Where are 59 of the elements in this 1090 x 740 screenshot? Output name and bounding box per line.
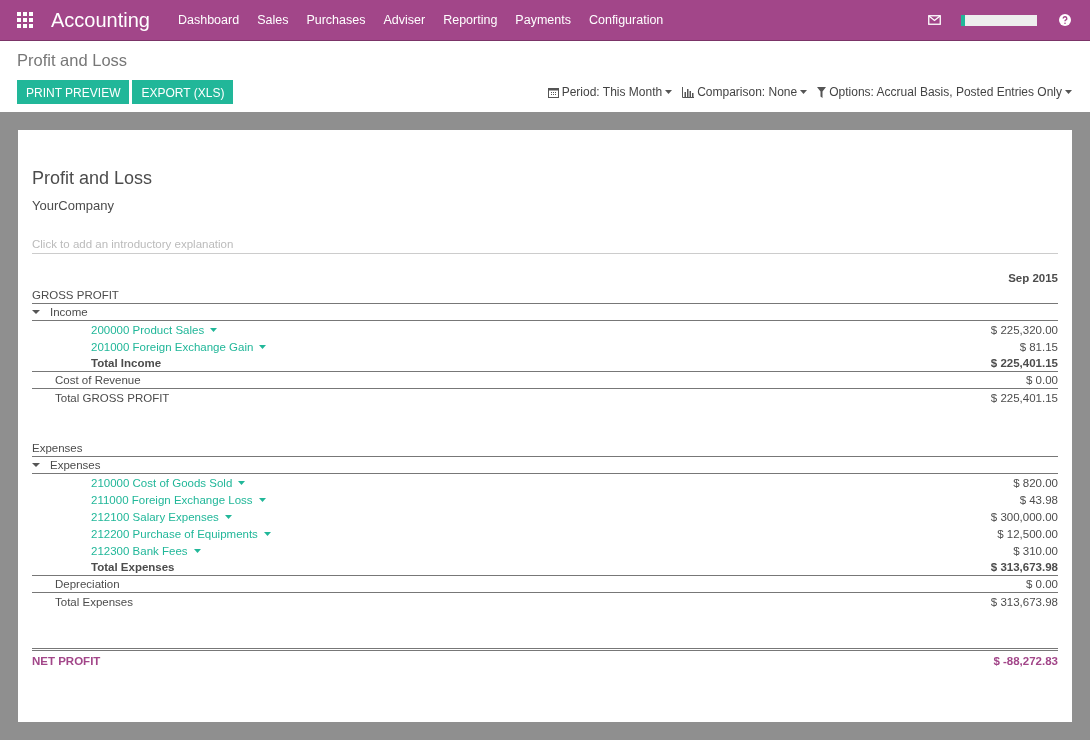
envelope-icon[interactable] (928, 15, 941, 25)
amount: $ 81.15 (1019, 340, 1058, 353)
caret-icon (1065, 90, 1072, 94)
group-label: Expenses (50, 459, 101, 471)
total-amount: $ 225,401.15 (990, 391, 1058, 404)
menu-item[interactable]: Adviser (383, 13, 426, 27)
amount: $ 225,320.00 (990, 323, 1058, 336)
line-label: Cost of Revenue (55, 374, 141, 386)
caret-icon (665, 90, 673, 94)
subtotal-amount: $ 313,673.98 (990, 561, 1058, 573)
amount: $ 310.00 (1013, 544, 1058, 557)
apps-grid-icon[interactable] (17, 12, 33, 28)
column-header: Sep 2015 (1008, 272, 1058, 284)
bar-chart-icon (682, 86, 695, 98)
caret-icon[interactable] (259, 344, 267, 349)
amount: $ 0.00 (1026, 374, 1058, 386)
amount: $ 300,000.00 (990, 510, 1058, 523)
section-label: GROSS PROFIT (32, 289, 119, 301)
filter-dropdown[interactable]: Comparison: None (697, 85, 798, 99)
caret-down-icon[interactable] (32, 461, 40, 469)
caret-icon[interactable] (210, 327, 218, 332)
help-icon[interactable] (1059, 14, 1071, 26)
menu-item[interactable]: Dashboard (177, 13, 240, 27)
caret-down-icon[interactable] (32, 308, 40, 316)
subtotal-label: Total Expenses (91, 561, 175, 573)
caret-icon (800, 90, 808, 94)
user-name-placeholder[interactable] (961, 14, 1037, 26)
menu-item[interactable]: Reporting (443, 13, 498, 27)
amount: $ 820.00 (1013, 476, 1058, 489)
report-title: Profit and Loss (32, 168, 154, 189)
caret-icon[interactable] (263, 531, 271, 536)
net-profit-label: NET PROFIT (32, 655, 101, 667)
total-label: Total Expenses (55, 595, 133, 608)
line-label: Depreciation (55, 578, 120, 590)
caret-icon[interactable] (224, 514, 232, 519)
breadcrumb-title: Profit and Loss (17, 51, 129, 70)
menu-item[interactable]: Configuration (588, 13, 664, 27)
group-label: Income (50, 306, 88, 318)
menu-item[interactable]: Sales (257, 13, 289, 27)
menu-item[interactable]: Purchases (306, 13, 366, 27)
caret-icon[interactable] (238, 480, 246, 485)
subtotal-label: Total Income (91, 357, 162, 369)
amount: $ 0.00 (1026, 578, 1058, 590)
amount: $ 12,500.00 (997, 527, 1058, 540)
caret-icon[interactable] (258, 497, 266, 502)
menu-item[interactable]: Payments (515, 13, 571, 27)
filter-dropdown[interactable]: Period: This Month (561, 85, 663, 99)
caret-icon[interactable] (193, 548, 201, 553)
company-name: YourCompany (32, 198, 115, 213)
amount: $ 43.98 (1019, 493, 1058, 506)
filter-icon (817, 86, 827, 98)
net-profit-amount: $ -88,272.83 (993, 655, 1058, 667)
total-label: Total GROSS PROFIT (55, 391, 170, 404)
calendar-icon (547, 86, 559, 98)
section-label: Expenses (32, 442, 83, 454)
total-amount: $ 313,673.98 (990, 595, 1058, 608)
subtotal-amount: $ 225,401.15 (990, 357, 1058, 369)
app-title: Accounting (51, 8, 150, 32)
filter-dropdown[interactable]: Options: Accrual Basis, Posted Entries Only (829, 85, 1062, 99)
